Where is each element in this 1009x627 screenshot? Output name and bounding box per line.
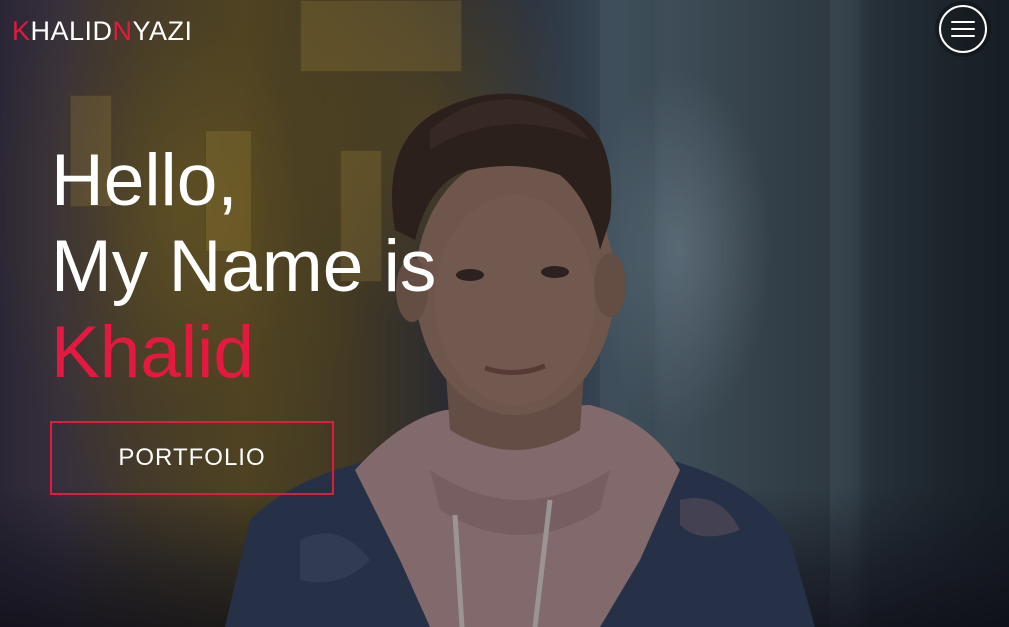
logo-text-halid: HALID: [30, 16, 113, 46]
hamburger-menu-icon: [951, 21, 975, 37]
headline-greeting: Hello,: [51, 140, 238, 221]
headline-name: Khalid: [51, 312, 254, 393]
menu-bar-top: [951, 21, 975, 23]
logo-letter-n: N: [112, 16, 133, 46]
logo-text-yazi: YAZI: [132, 16, 193, 46]
menu-button[interactable]: [939, 5, 987, 53]
site-logo[interactable]: KHALIDNYAZI: [12, 14, 193, 48]
hero-headline: Hello, My Name is Khalid: [51, 138, 436, 396]
hero-section: KHALIDNYAZI Hello, My Name is Khalid POR…: [0, 0, 1009, 627]
portfolio-button[interactable]: PORTFOLIO: [50, 421, 334, 495]
menu-bar-middle: [951, 28, 975, 30]
headline-intro: My Name is: [51, 226, 437, 307]
logo-letter-k: K: [12, 16, 31, 46]
menu-bar-bottom: [951, 35, 975, 37]
